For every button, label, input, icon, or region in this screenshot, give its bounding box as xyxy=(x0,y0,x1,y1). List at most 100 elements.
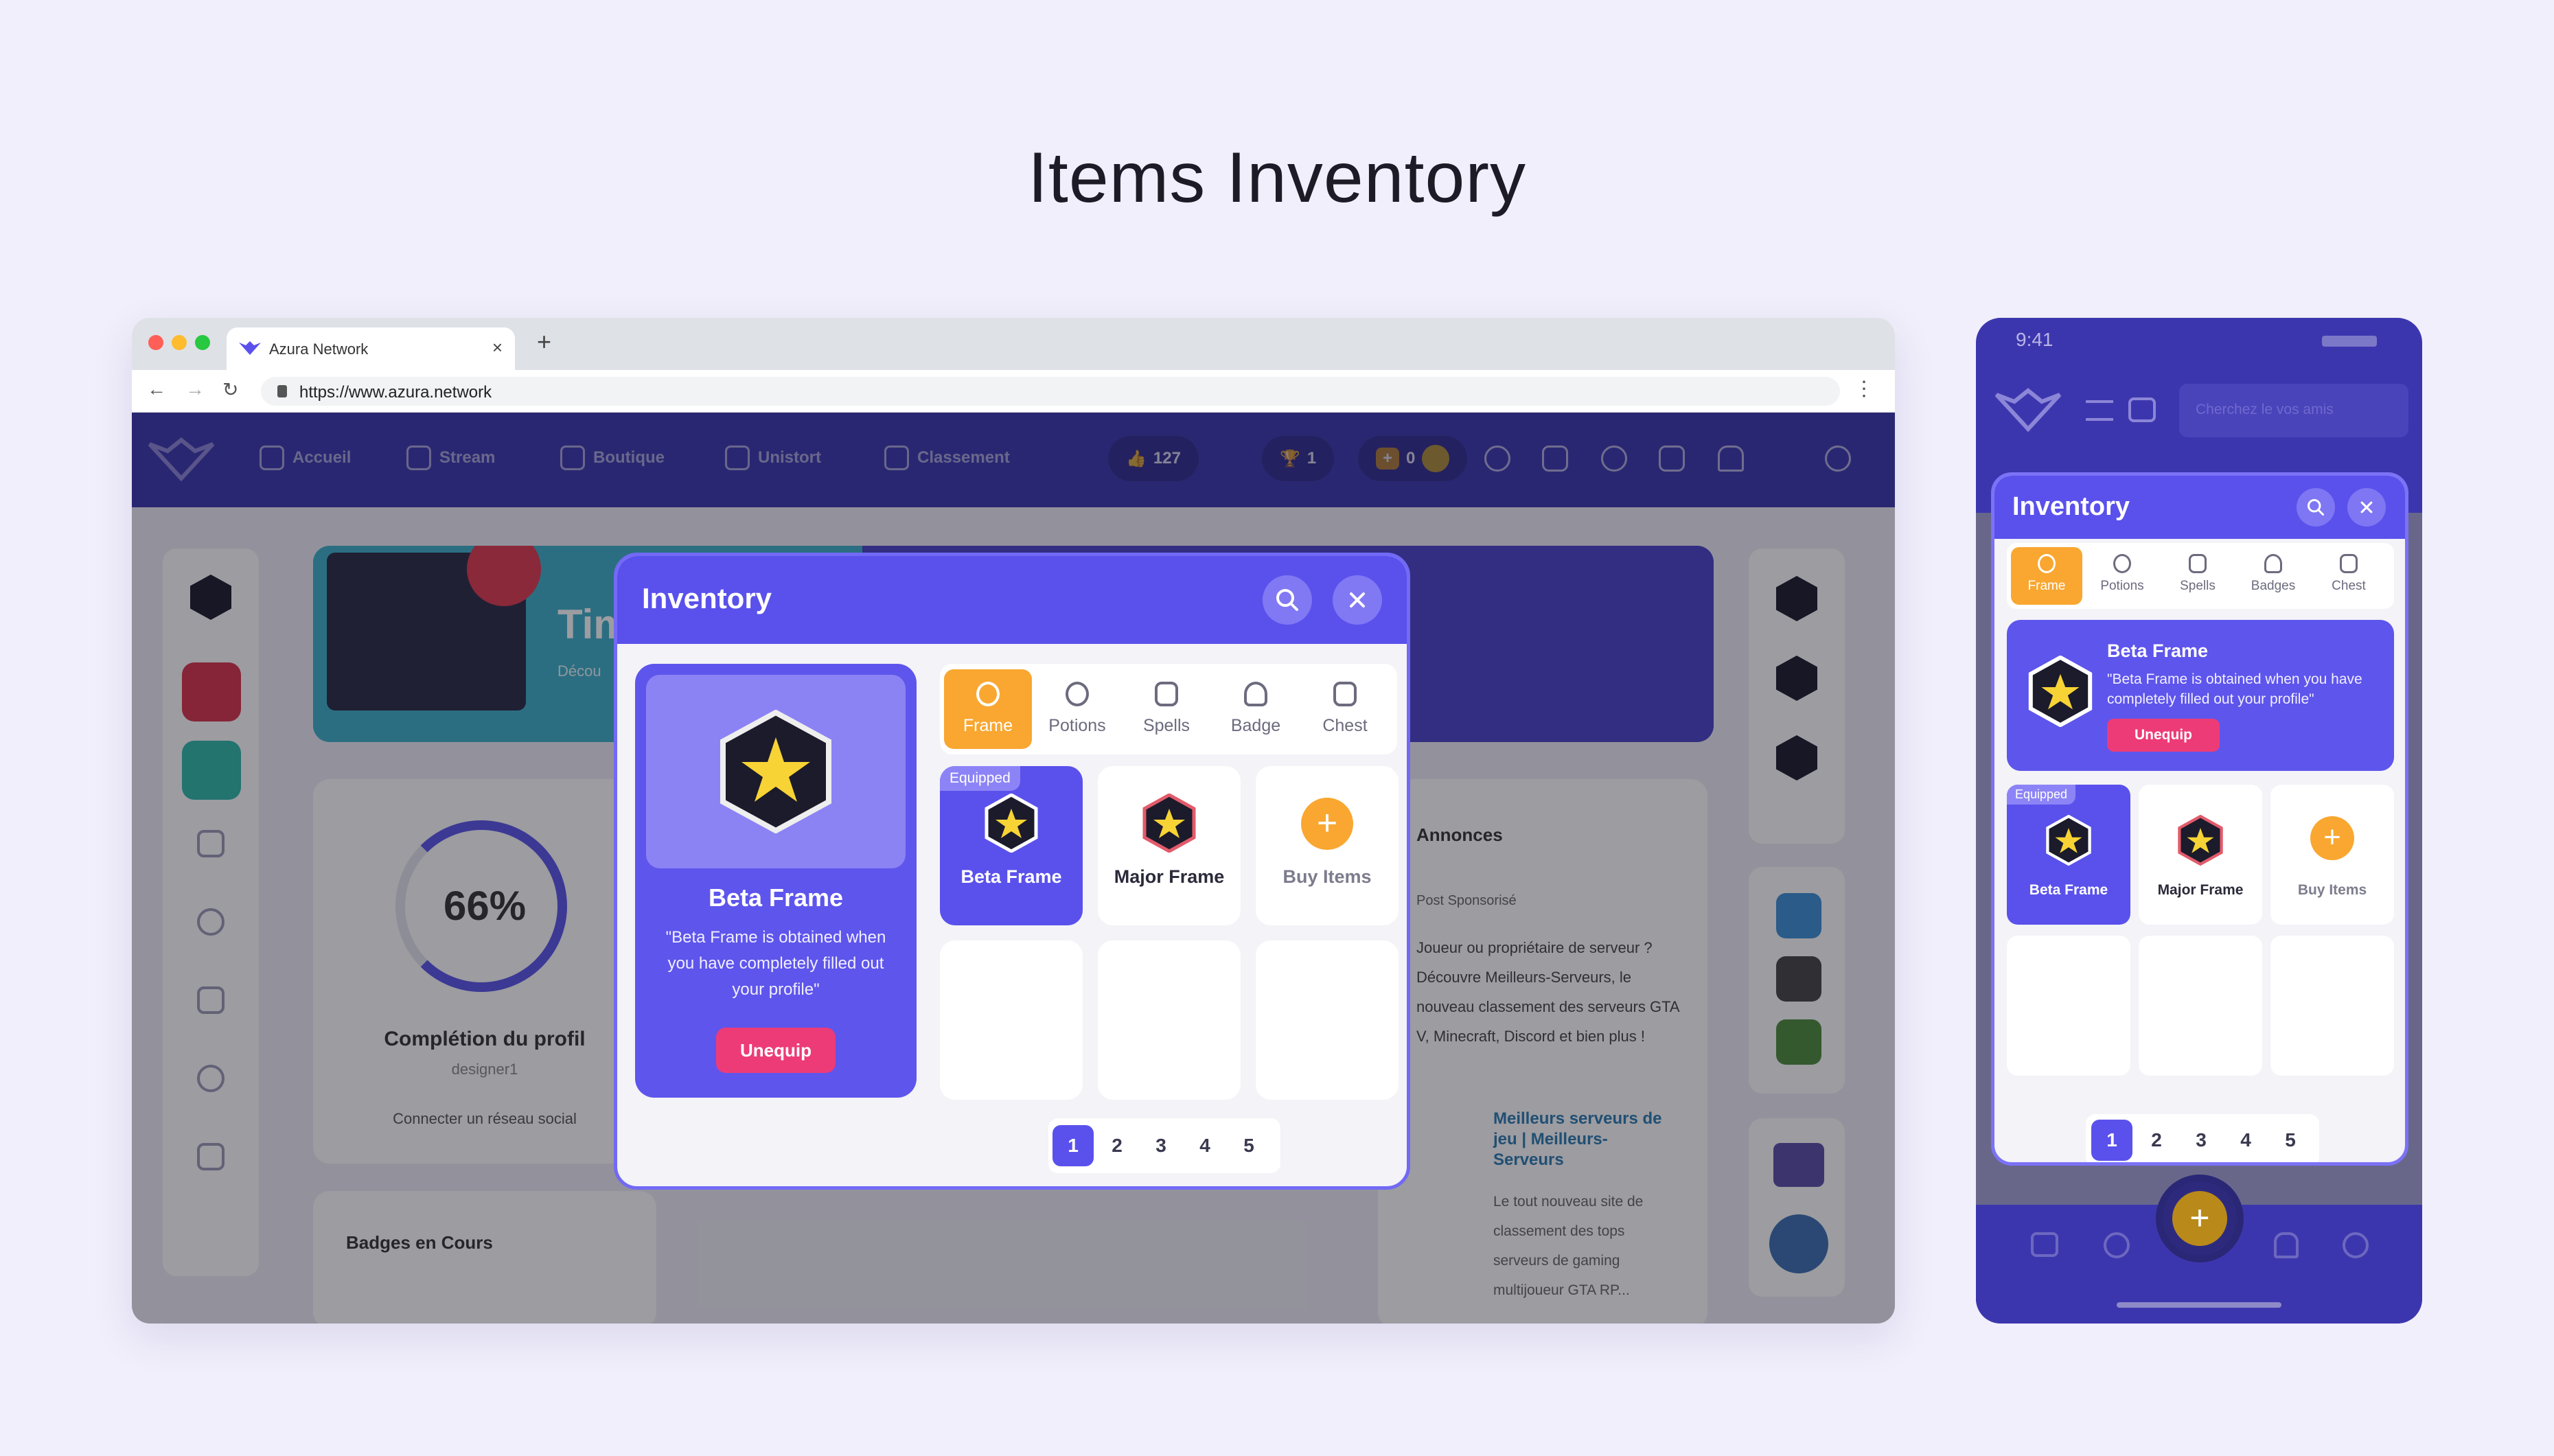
page-5[interactable]: 5 xyxy=(2270,1120,2311,1161)
page-4[interactable]: 4 xyxy=(1184,1125,1226,1166)
page-1[interactable]: 1 xyxy=(1052,1125,1094,1166)
window-minimize-dot[interactable] xyxy=(172,335,187,350)
settings-gear-icon[interactable] xyxy=(2343,1232,2369,1258)
unequip-button[interactable]: Unequip xyxy=(716,1028,836,1073)
plus-icon: + xyxy=(1301,798,1353,850)
chest-icon xyxy=(2340,554,2358,573)
modal-header: Inventory xyxy=(617,556,1407,644)
badge-icon xyxy=(1244,682,1267,706)
tab-label: Chest xyxy=(2332,579,2366,593)
book-icon xyxy=(1155,682,1178,706)
search-button[interactable] xyxy=(1263,575,1312,625)
phone-modal-title: Inventory xyxy=(2012,492,2130,521)
page-2[interactable]: 2 xyxy=(1096,1125,1138,1166)
page-3[interactable]: 3 xyxy=(1140,1125,1182,1166)
empty-slot[interactable] xyxy=(2270,936,2394,1076)
phone-close-button[interactable] xyxy=(2347,488,2386,527)
home-indicator xyxy=(2117,1302,2281,1308)
item-name: Buy Items xyxy=(2297,882,2367,898)
tab-label: Potions xyxy=(2100,579,2144,593)
preview-item-description: "Beta Frame is obtained when you have co… xyxy=(665,928,886,999)
empty-slot[interactable] xyxy=(1098,940,1241,1100)
page-2[interactable]: 2 xyxy=(2136,1120,2177,1161)
empty-slot[interactable] xyxy=(940,940,1083,1100)
badge-icon xyxy=(2264,554,2282,573)
category-tabs: Frame Potions Spells Badge Chest xyxy=(940,664,1397,754)
equipped-badge: Equipped xyxy=(940,766,1020,791)
hexagon-icon xyxy=(2038,554,2056,573)
reload-icon[interactable]: ↻ xyxy=(222,378,238,401)
major-frame-icon xyxy=(2178,815,2223,866)
tab-badge[interactable]: Badge xyxy=(1212,669,1300,749)
beta-frame-icon xyxy=(2046,815,2091,866)
tab-potions[interactable]: Potions xyxy=(1033,669,1121,749)
phone-search-button[interactable] xyxy=(2297,488,2335,527)
tab-label: Chest xyxy=(1322,716,1368,735)
browser-menu-icon[interactable]: ⋮ xyxy=(1854,377,1874,401)
site-logo-icon[interactable] xyxy=(1994,388,2062,433)
phone-pagination: 1 2 3 4 5 xyxy=(2086,1114,2319,1162)
tab-badges[interactable]: Badges xyxy=(2237,547,2309,605)
item-name: Major Frame xyxy=(1114,866,1225,887)
item-name: Beta Frame xyxy=(960,866,1062,887)
unequip-button[interactable]: Unequip xyxy=(2107,719,2220,752)
tab-spells[interactable]: Spells xyxy=(2162,547,2233,605)
hamburger-icon[interactable] xyxy=(2086,400,2113,421)
page-3[interactable]: 3 xyxy=(2181,1120,2222,1161)
tab-title: Azura Network xyxy=(269,340,369,358)
search-icon xyxy=(2308,499,2324,516)
empty-slot[interactable] xyxy=(2139,936,2262,1076)
url-field[interactable]: https://www.azura.network xyxy=(261,377,1840,406)
tab-frame[interactable]: Frame xyxy=(2011,547,2082,605)
modal-title: Inventory xyxy=(642,582,772,614)
tab-chest[interactable]: Chest xyxy=(1301,669,1389,749)
phone-frame: 9:41 Cherchez le vos amis Inventory Fram… xyxy=(1976,318,2422,1324)
item-buy-items[interactable]: + Buy Items xyxy=(1256,766,1399,925)
tab-label: Frame xyxy=(963,716,1013,735)
close-tab-icon[interactable]: × xyxy=(492,337,503,358)
tab-frame[interactable]: Frame xyxy=(944,669,1032,749)
beta-frame-star-icon xyxy=(2028,656,2093,727)
phone-search-input[interactable]: Cherchez le vos amis xyxy=(2179,384,2408,437)
page-4[interactable]: 4 xyxy=(2225,1120,2266,1161)
item-major-frame[interactable]: Major Frame xyxy=(1098,766,1241,925)
forward-arrow-icon[interactable]: → xyxy=(185,378,205,400)
item-name: Major Frame xyxy=(2157,882,2244,898)
back-arrow-icon[interactable]: ← xyxy=(147,378,166,400)
page-1[interactable]: 1 xyxy=(2091,1120,2132,1161)
new-tab-button[interactable]: + xyxy=(537,327,551,356)
azura-logo-icon xyxy=(239,341,261,355)
add-button[interactable]: + xyxy=(2156,1175,2244,1262)
item-preview-card: Beta Frame "Beta Frame is obtained when … xyxy=(635,664,917,1098)
address-bar-row: ← → ↻ https://www.azura.network ⋮ xyxy=(132,370,1895,413)
window-maximize-dot[interactable] xyxy=(195,335,210,350)
item-major-frame[interactable]: Major Frame xyxy=(2139,785,2262,925)
close-icon xyxy=(2360,501,2373,513)
dashboard-icon[interactable] xyxy=(2031,1232,2058,1257)
empty-slot[interactable] xyxy=(1256,940,1399,1100)
browser-tab-bar: Azura Network × + xyxy=(132,318,1895,370)
smile-icon[interactable] xyxy=(2104,1232,2130,1258)
bell-icon[interactable] xyxy=(2274,1232,2299,1258)
wallet-icon[interactable] xyxy=(2128,397,2156,422)
tab-label: Spells xyxy=(2180,579,2216,593)
preview-item-description: "Beta Frame is obtained when you have co… xyxy=(2107,671,2362,707)
pagination: 1 2 3 4 5 xyxy=(1048,1118,1280,1173)
phone-item-preview: Beta Frame "Beta Frame is obtained when … xyxy=(2007,620,2394,771)
browser-tab[interactable]: Azura Network × xyxy=(227,327,515,370)
tab-potions[interactable]: Potions xyxy=(2086,547,2158,605)
browser-window: Azura Network × + ← → ↻ https://www.azur… xyxy=(132,318,1895,1324)
page-title: Items Inventory xyxy=(1028,138,1526,218)
window-close-dot[interactable] xyxy=(148,335,163,350)
tab-label: Spells xyxy=(1142,716,1190,735)
tab-chest[interactable]: Chest xyxy=(2313,547,2384,605)
item-beta-frame[interactable]: Equipped Beta Frame xyxy=(2007,785,2130,925)
close-button[interactable] xyxy=(1333,575,1382,625)
page-5[interactable]: 5 xyxy=(1228,1125,1269,1166)
item-beta-frame[interactable]: Equipped Beta Frame xyxy=(940,766,1083,925)
tab-label: Frame xyxy=(2027,579,2066,593)
item-buy-items[interactable]: + Buy Items xyxy=(2270,785,2394,925)
beta-frame-icon xyxy=(985,794,1038,853)
tab-spells[interactable]: Spells xyxy=(1123,669,1210,749)
empty-slot[interactable] xyxy=(2007,936,2130,1076)
